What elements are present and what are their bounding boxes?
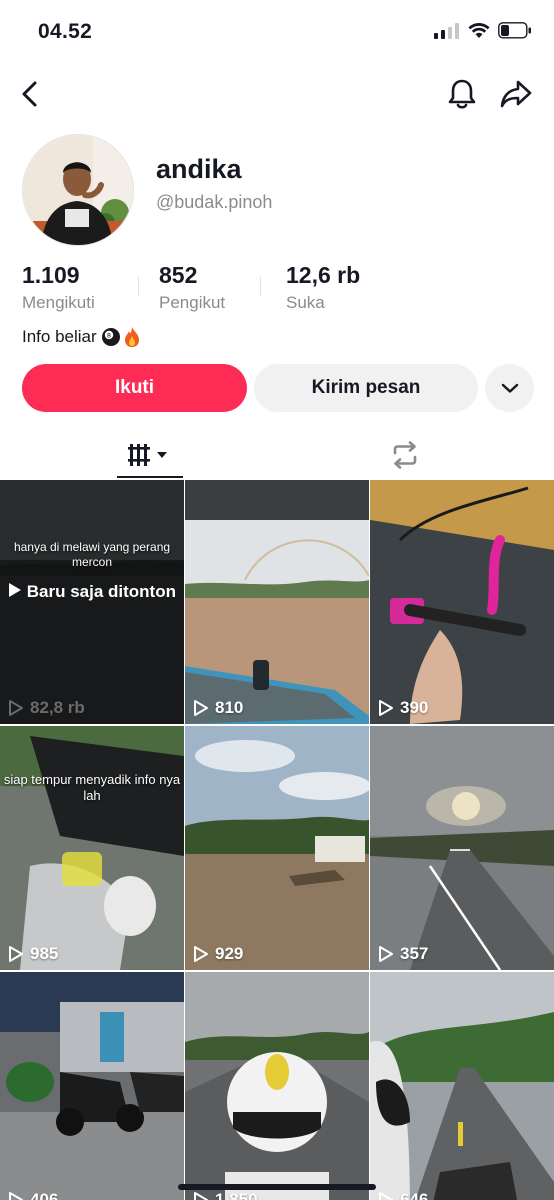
video-thumbnail-image [370, 480, 554, 724]
suggested-accounts-button[interactable] [485, 364, 534, 412]
videos-grid-icon [128, 444, 167, 466]
view-count-text: 390 [400, 698, 429, 717]
video-thumbnail[interactable]: 646 [370, 972, 554, 1200]
video-thumbnail-image [185, 972, 369, 1200]
stat-followers-value: 852 [159, 262, 198, 288]
stat-following-value: 1.109 [22, 262, 80, 288]
bio-emojis: 8 [101, 326, 141, 348]
follow-button[interactable]: Ikuti [22, 364, 247, 412]
stat-divider [138, 276, 139, 296]
play-outline-icon [379, 700, 393, 716]
view-count: 1.850 [193, 1190, 258, 1200]
stat-likes-value: 12,6 rb [286, 262, 361, 288]
view-count-text: 1.850 [215, 1190, 258, 1200]
video-thumbnail[interactable]: 1.850 [185, 972, 369, 1200]
view-count: 929 [193, 944, 243, 964]
cellular-signal-icon [434, 22, 459, 39]
video-thumbnail-image [0, 726, 184, 970]
chevron-left-icon [22, 81, 37, 107]
status-bar: 04.52 [0, 0, 554, 66]
stat-divider [260, 276, 261, 296]
video-thumbnail[interactable]: 810 [185, 480, 369, 724]
play-outline-icon [194, 700, 208, 716]
video-thumbnail[interactable]: 357 [370, 726, 554, 970]
chevron-down-icon [501, 383, 518, 393]
view-count: 646 [378, 1190, 428, 1200]
status-time: 04.52 [38, 20, 93, 43]
play-icon [9, 583, 22, 597]
play-outline-icon [9, 700, 23, 716]
eight-ball-icon: 8 [101, 328, 120, 346]
play-outline-icon [9, 1192, 23, 1200]
view-count: 406 [8, 1190, 58, 1200]
video-thumbnail-image [0, 972, 184, 1200]
play-outline-icon [9, 946, 23, 962]
video-thumbnail[interactable]: 406 [0, 972, 184, 1200]
share-button[interactable] [496, 74, 536, 114]
video-thumbnail-image [370, 972, 554, 1200]
video-caption-overlay: hanya di melawi yang perang mercon [13, 540, 171, 569]
wifi-icon [468, 22, 490, 38]
play-outline-icon [194, 1192, 208, 1200]
send-message-button[interactable]: Kirim pesan [254, 364, 478, 412]
view-count-text: 985 [30, 944, 59, 963]
view-count: 390 [378, 698, 428, 718]
notifications-button[interactable] [442, 74, 482, 114]
view-count: 810 [193, 698, 243, 718]
home-indicator [178, 1184, 376, 1190]
stat-following-label: Mengikuti [22, 293, 95, 312]
video-thumbnail[interactable]: 929 [185, 726, 369, 970]
stat-followers-label: Pengikut [159, 293, 226, 312]
view-count: 82,8 rb [8, 698, 85, 718]
profile-header: andika @budak.pinoh [22, 134, 534, 246]
video-grid: hanya di melawi yang perang mercon Baru … [0, 480, 554, 1200]
svg-text:8: 8 [107, 332, 111, 340]
video-thumbnail-image [185, 726, 369, 970]
tab-selected-indicator [117, 476, 183, 478]
view-count-text: 929 [215, 944, 244, 963]
play-outline-icon [194, 946, 208, 962]
video-thumbnail[interactable]: hanya di melawi yang perang mercon Baru … [0, 480, 184, 724]
fire-icon [124, 327, 139, 347]
top-navigation [0, 72, 554, 118]
video-thumbnail[interactable]: 390 [370, 480, 554, 724]
play-outline-icon [379, 946, 393, 962]
video-thumbnail[interactable]: siap tempur menyadik info nya lah 985 [0, 726, 184, 970]
view-count-text: 810 [215, 698, 244, 717]
tab-reposts[interactable] [372, 432, 438, 478]
view-count-text: 646 [400, 1190, 429, 1200]
back-button[interactable] [10, 74, 50, 114]
avatar-photo [23, 135, 133, 245]
bio: Info beliar 8 [22, 326, 141, 348]
profile-stats: 1.109 Mengikuti 852 Pengikut 12,6 rb Suk… [22, 262, 534, 314]
recently-watched-text: Baru saja ditonton [26, 582, 176, 601]
battery-icon [498, 22, 531, 39]
recently-watched-label: Baru saja ditonton [0, 582, 184, 602]
bio-text: Info beliar [22, 327, 97, 346]
tab-videos[interactable] [117, 432, 183, 478]
profile-actions: Ikuti Kirim pesan [22, 364, 534, 412]
display-name: andika [156, 154, 242, 184]
profile-tabs [0, 432, 554, 478]
video-caption-overlay: siap tempur menyadik info nya lah [3, 772, 181, 804]
view-count: 357 [378, 944, 428, 964]
username: @budak.pinoh [156, 192, 273, 212]
view-count-text: 406 [30, 1190, 59, 1200]
stat-following[interactable]: 1.109 Mengikuti [22, 262, 95, 313]
stat-followers[interactable]: 852 Pengikut [159, 262, 225, 313]
bell-icon [448, 79, 476, 109]
view-count-text: 82,8 rb [30, 698, 85, 717]
view-count: 985 [8, 944, 58, 964]
avatar[interactable] [22, 134, 134, 246]
stat-likes-label: Suka [286, 293, 325, 312]
play-outline-icon [379, 1192, 393, 1200]
view-count-text: 357 [400, 944, 429, 963]
stat-likes[interactable]: 12,6 rb Suka [286, 262, 360, 313]
repost-icon [393, 441, 417, 469]
video-thumbnail-image [370, 726, 554, 970]
video-thumbnail-image [185, 480, 369, 724]
share-arrow-icon [500, 80, 532, 108]
status-icons [434, 22, 532, 39]
